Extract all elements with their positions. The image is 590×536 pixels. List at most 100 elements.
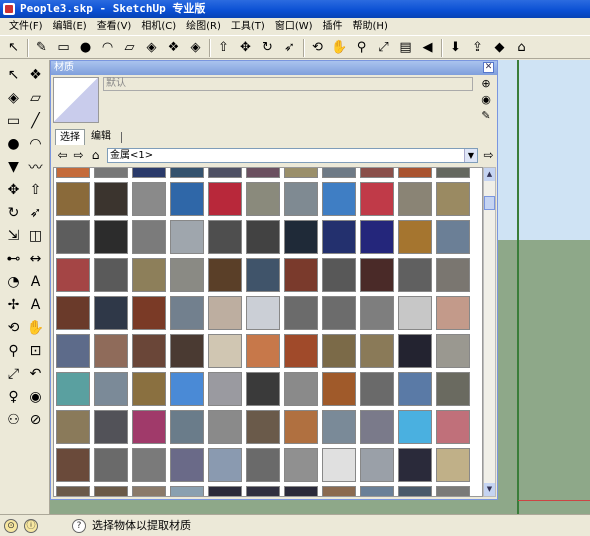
section-icon[interactable]: ▤ — [396, 38, 415, 57]
tab-select[interactable]: 选择 — [55, 129, 85, 145]
back-arrow-icon[interactable]: ⇦ — [55, 148, 70, 163]
material-swatch[interactable] — [246, 258, 280, 292]
material-swatch[interactable] — [360, 448, 394, 482]
material-swatch[interactable] — [398, 448, 432, 482]
zoom-icon[interactable]: ⚲ — [352, 38, 371, 57]
material-swatch[interactable] — [284, 168, 318, 178]
material-swatch[interactable] — [360, 296, 394, 330]
material-swatch[interactable] — [132, 410, 166, 444]
eraser-icon[interactable]: ▱ — [120, 38, 139, 57]
paint-icon[interactable]: ◈ — [186, 38, 205, 57]
material-swatch[interactable] — [398, 168, 432, 178]
material-swatch[interactable] — [246, 372, 280, 406]
material-swatch[interactable] — [398, 410, 432, 444]
material-swatch[interactable] — [322, 448, 356, 482]
section-plane-icon[interactable]: ⊘ — [25, 409, 46, 430]
text-icon[interactable]: A — [25, 271, 46, 292]
forward-arrow-icon[interactable]: ⇨ — [71, 148, 86, 163]
walk-icon[interactable]: ⚇ — [3, 409, 24, 430]
look-around-icon[interactable]: ◉ — [25, 386, 46, 407]
material-swatch[interactable] — [56, 486, 90, 496]
material-swatch[interactable] — [208, 410, 242, 444]
material-swatch[interactable] — [246, 486, 280, 496]
material-swatch[interactable] — [436, 448, 470, 482]
material-swatch[interactable] — [322, 168, 356, 178]
material-swatch[interactable] — [170, 334, 204, 368]
scroll-up-icon[interactable]: ▲ — [484, 168, 495, 181]
material-swatch[interactable] — [246, 182, 280, 216]
material-swatch[interactable] — [284, 410, 318, 444]
material-swatch[interactable] — [132, 448, 166, 482]
move-icon[interactable]: ✥ — [3, 179, 24, 200]
dimension-icon[interactable]: ↔ — [25, 248, 46, 269]
orbit-icon[interactable]: ⟲ — [3, 317, 24, 338]
3d-text-icon[interactable]: A — [25, 294, 46, 315]
create-material-icon[interactable]: ⊕ — [479, 77, 493, 91]
material-swatch[interactable] — [94, 220, 128, 254]
rectangle-icon[interactable]: ▭ — [3, 110, 24, 131]
material-swatch[interactable] — [246, 410, 280, 444]
material-swatch[interactable] — [284, 486, 318, 496]
sample-paint-icon[interactable]: ✎ — [479, 109, 493, 123]
pan-icon[interactable]: ✋ — [330, 38, 349, 57]
zoom-window-icon[interactable]: ⊡ — [25, 340, 46, 361]
material-scrollbar[interactable]: ▲ ▼ — [483, 167, 496, 497]
pan-icon[interactable]: ✋ — [25, 317, 46, 338]
scale-icon[interactable]: ⇲ — [3, 225, 24, 246]
material-swatch[interactable] — [284, 372, 318, 406]
material-swatch[interactable] — [322, 182, 356, 216]
material-swatch[interactable] — [94, 182, 128, 216]
material-swatch[interactable] — [170, 372, 204, 406]
material-swatch[interactable] — [322, 372, 356, 406]
material-swatch[interactable] — [436, 296, 470, 330]
material-swatch[interactable] — [94, 410, 128, 444]
material-swatch[interactable] — [246, 220, 280, 254]
material-swatch[interactable] — [56, 448, 90, 482]
material-swatch[interactable] — [208, 296, 242, 330]
material-swatch[interactable] — [132, 182, 166, 216]
make-component-icon[interactable]: ❖ — [25, 64, 46, 85]
material-swatch[interactable] — [360, 334, 394, 368]
rotate-icon[interactable]: ↻ — [3, 202, 24, 223]
material-swatch[interactable] — [398, 486, 432, 496]
material-swatch[interactable] — [436, 334, 470, 368]
follow-me-icon[interactable]: ➶ — [280, 38, 299, 57]
push-pull-icon[interactable]: ⇧ — [25, 179, 46, 200]
material-swatch[interactable] — [360, 220, 394, 254]
paint-icon[interactable]: ◈ — [3, 87, 24, 108]
material-swatch[interactable] — [56, 334, 90, 368]
material-swatch[interactable] — [398, 258, 432, 292]
protractor-icon[interactable]: ◔ — [3, 271, 24, 292]
material-swatch[interactable] — [94, 448, 128, 482]
material-swatch[interactable] — [398, 334, 432, 368]
material-swatch[interactable] — [56, 182, 90, 216]
material-swatch[interactable] — [94, 334, 128, 368]
material-swatch[interactable] — [246, 334, 280, 368]
previous-icon[interactable]: ↶ — [25, 363, 46, 384]
menu-camera[interactable]: 相机(C) — [136, 18, 181, 35]
details-arrow-icon[interactable]: ⇨ — [481, 148, 496, 163]
axes-icon[interactable]: ✢ — [3, 294, 24, 315]
material-swatch[interactable] — [132, 334, 166, 368]
default-material-icon[interactable]: ◉ — [479, 93, 493, 107]
tape-measure-icon[interactable]: ⊷ — [3, 248, 24, 269]
material-swatch[interactable] — [94, 168, 128, 178]
material-swatch[interactable] — [170, 220, 204, 254]
home-icon[interactable]: ⌂ — [88, 148, 103, 163]
material-swatch[interactable] — [284, 258, 318, 292]
scroll-down-icon[interactable]: ▼ — [484, 483, 495, 496]
material-swatch[interactable] — [132, 486, 166, 496]
zoom-extents-icon[interactable]: ⤢ — [3, 363, 24, 384]
move-icon[interactable]: ✥ — [236, 38, 255, 57]
material-swatch[interactable] — [208, 448, 242, 482]
material-swatch[interactable] — [94, 372, 128, 406]
material-swatch[interactable] — [246, 448, 280, 482]
material-swatch[interactable] — [56, 296, 90, 330]
freehand-icon[interactable]: 〰 — [25, 156, 46, 177]
material-swatch[interactable] — [56, 168, 90, 178]
material-swatch[interactable] — [436, 410, 470, 444]
library-select[interactable]: 金属<1> ▼ — [107, 148, 478, 163]
material-swatch[interactable] — [170, 410, 204, 444]
material-swatch[interactable] — [170, 168, 204, 178]
material-swatch[interactable] — [322, 486, 356, 496]
